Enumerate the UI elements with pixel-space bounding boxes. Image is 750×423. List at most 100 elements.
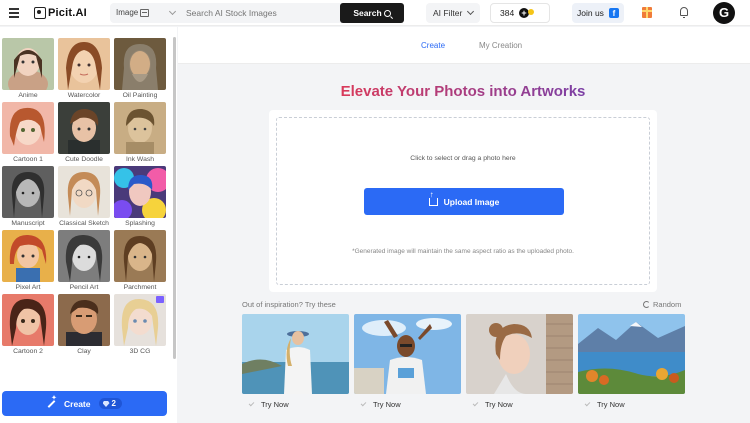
style-thumbnail — [114, 166, 166, 218]
check-icon — [584, 400, 591, 407]
create-button[interactable]: Create 2 — [2, 391, 167, 416]
logo-icon — [34, 7, 46, 19]
refresh-icon — [643, 301, 650, 308]
sample-image — [354, 314, 461, 394]
sample-card[interactable]: Try Now — [242, 314, 349, 409]
credits-value: 384 — [500, 8, 515, 18]
photo-dropzone[interactable]: Click to select or drag a photo here Upl… — [276, 117, 650, 285]
style-tile-manuscript[interactable]: Manuscript — [2, 166, 54, 227]
style-label: Splashing — [125, 220, 155, 227]
style-thumbnail — [114, 38, 166, 90]
style-tile-splashing[interactable]: Splashing — [114, 166, 166, 227]
style-tile-cartoon-2[interactable]: Cartoon 2 — [2, 294, 54, 355]
try-now-label: Try Now — [597, 400, 625, 409]
check-icon — [472, 400, 479, 407]
ai-filter-label: AI Filter — [433, 8, 463, 18]
style-thumbnail — [2, 166, 54, 218]
style-label: Watercolor — [67, 92, 101, 99]
upload-image-button[interactable]: Upload Image — [364, 188, 564, 215]
search-button-label: Search — [353, 8, 382, 18]
style-label: Manuscript — [11, 220, 45, 227]
search-icon — [383, 9, 391, 17]
style-label: Pencil Art — [69, 284, 99, 291]
style-tile-watercolor[interactable]: Watercolor — [58, 38, 110, 99]
style-thumbnail — [114, 294, 166, 346]
aspect-ratio-note: *Generated image will maintain the same … — [352, 248, 574, 255]
check-icon — [248, 400, 255, 407]
style-tile-anime[interactable]: Anime — [2, 38, 54, 99]
style-tile-3d-cg[interactable]: 3D CG — [114, 294, 166, 355]
style-label: Cute Doodle — [65, 156, 103, 163]
style-label: Anime — [18, 92, 38, 99]
search-type-select[interactable]: Image — [116, 3, 138, 23]
style-thumbnail — [2, 230, 54, 282]
tab-my-creation[interactable]: My Creation — [479, 41, 522, 50]
style-thumbnail — [58, 102, 110, 154]
menu-icon[interactable] — [9, 8, 19, 18]
random-label: Random — [653, 300, 682, 309]
try-now-label: Try Now — [373, 400, 401, 409]
search-bar: Image Search — [110, 3, 404, 23]
upload-card: Click to select or drag a photo here Upl… — [269, 110, 657, 292]
chevron-down-icon[interactable] — [168, 7, 177, 16]
gift-icon[interactable] — [642, 7, 652, 18]
style-thumbnail — [58, 166, 110, 218]
upload-button-label: Upload Image — [443, 196, 500, 207]
style-label: Ink Wash — [125, 156, 155, 163]
style-tile-pixel-art[interactable]: Pixel Art — [2, 230, 54, 291]
style-tile-cute-doodle[interactable]: Cute Doodle — [58, 102, 110, 163]
chevron-down-icon — [466, 7, 475, 16]
ai-filter-dropdown[interactable]: AI Filter — [426, 3, 480, 23]
premium-icon — [156, 296, 164, 303]
style-tile-cartoon-1[interactable]: Cartoon 1 — [2, 102, 54, 163]
join-us-button[interactable]: Join us f — [572, 3, 624, 23]
inspiration-label: Out of inspiration? Try these — [242, 300, 336, 309]
style-sidebar: Anime Watercolor Oil Painting Cartoon 1 — [0, 27, 177, 423]
style-tile-ink-wash[interactable]: Ink Wash — [114, 102, 166, 163]
style-label: Classical Sketch — [59, 220, 109, 227]
style-label: Cartoon 2 — [13, 348, 43, 355]
sample-card[interactable]: Try Now — [578, 314, 685, 409]
style-label: Oil Painting — [122, 92, 158, 99]
style-tile-clay[interactable]: Clay — [58, 294, 110, 355]
bell-icon[interactable] — [680, 7, 688, 18]
cost-value: 2 — [111, 399, 116, 408]
sample-image — [578, 314, 685, 394]
style-label: 3D CG — [129, 348, 151, 355]
sidebar-scrollbar[interactable] — [173, 37, 176, 359]
coin-icon — [528, 9, 534, 15]
sample-card[interactable]: Try Now — [354, 314, 461, 409]
style-label: Pixel Art — [15, 284, 41, 291]
logo[interactable]: Picit.AI — [34, 6, 87, 20]
style-tile-pencil-art[interactable]: Pencil Art — [58, 230, 110, 291]
tab-create[interactable]: Create — [421, 41, 445, 50]
dropzone-hint: Click to select or drag a photo here — [410, 155, 516, 162]
style-thumbnail — [58, 294, 110, 346]
search-button[interactable]: Search — [340, 3, 404, 23]
check-icon — [360, 400, 367, 407]
tab-bar: Create My Creation — [178, 27, 750, 64]
magic-wand-icon — [47, 399, 56, 408]
random-button[interactable]: Random — [643, 300, 681, 309]
facebook-icon: f — [609, 8, 619, 18]
credits-counter[interactable]: 384 + — [490, 3, 550, 23]
style-thumbnail — [114, 102, 166, 154]
style-thumbnail — [2, 102, 54, 154]
sample-card[interactable]: Try Now — [466, 314, 573, 409]
top-header: Picit.AI Image Search AI Filter 384 + Jo… — [0, 0, 750, 26]
sample-image — [242, 314, 349, 394]
style-thumbnail — [114, 230, 166, 282]
avatar[interactable]: G — [713, 2, 735, 24]
style-thumbnail — [2, 38, 54, 90]
search-input[interactable] — [186, 3, 336, 23]
join-us-label: Join us — [577, 8, 604, 18]
style-tile-classical-sketch[interactable]: Classical Sketch — [58, 166, 110, 227]
style-label: Clay — [77, 348, 91, 355]
page-title: Elevate Your Photos into Artworks — [340, 83, 586, 100]
style-tile-oil-painting[interactable]: Oil Painting — [114, 38, 166, 99]
gem-icon — [102, 401, 110, 407]
style-thumbnail — [58, 230, 110, 282]
style-tile-parchment[interactable]: Parchment — [114, 230, 166, 291]
style-thumbnail — [2, 294, 54, 346]
try-now-label: Try Now — [261, 400, 289, 409]
